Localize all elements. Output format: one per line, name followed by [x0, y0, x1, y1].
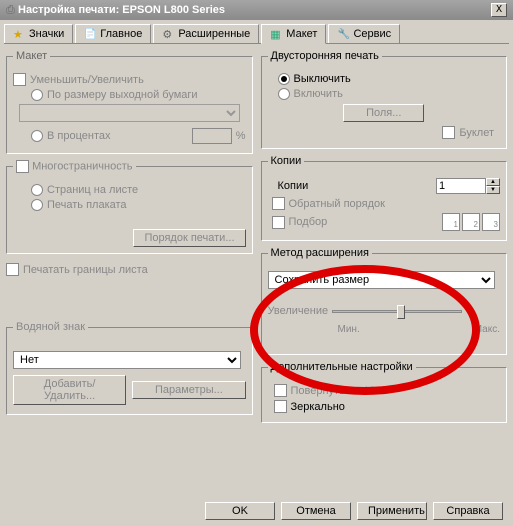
spin-down[interactable]: ▼ — [486, 186, 500, 194]
copies-count-row: Копии ▲▼ — [278, 178, 501, 194]
cancel-button[interactable]: Отмена — [281, 502, 351, 520]
watermark-select[interactable]: Нет — [13, 351, 241, 369]
fit-output-radio[interactable] — [31, 89, 43, 101]
expand-method-select[interactable]: Сохранить размер — [268, 271, 496, 289]
multipage-group: Многостраничность Страниц на листе Печат… — [6, 160, 253, 254]
tab-icons[interactable]: Значки — [4, 24, 73, 43]
percent-input[interactable] — [192, 128, 232, 144]
wrench-icon — [337, 28, 349, 40]
spin-up[interactable]: ▲ — [486, 178, 500, 186]
reverse-checkbox[interactable] — [272, 197, 285, 210]
zoom-labels: Мин. Макс. — [338, 324, 501, 335]
dialog-buttons: OK Отмена Применить Справка — [205, 502, 503, 520]
watermark-buttons: Добавить/Удалить... Параметры... — [13, 375, 246, 405]
watermark-add-button[interactable]: Добавить/Удалить... — [13, 375, 126, 405]
margins-row: Поля... — [268, 104, 501, 122]
left-column: Макет Уменьшить/Увеличить По размеру вых… — [6, 50, 253, 423]
copies-legend: Копии — [268, 155, 305, 167]
additional-group: Дополнительные настройки Повернуть на 18… — [261, 361, 508, 423]
zoom-row: Увеличение — [268, 301, 501, 321]
percent-radio[interactable] — [31, 130, 43, 142]
poster-row: Печать плаката — [31, 199, 246, 211]
slider-thumb[interactable] — [397, 305, 405, 319]
print-borders-row: Печатать границы листа — [6, 263, 253, 276]
gear-icon — [162, 28, 174, 40]
right-column: Двусторонняя печать Выключить Включить П… — [261, 50, 508, 423]
duplex-off-radio[interactable] — [278, 73, 290, 85]
expand-legend: Метод расширения — [268, 247, 372, 259]
additional-legend: Дополнительные настройки — [268, 361, 416, 373]
output-size-select[interactable] — [19, 104, 240, 122]
multipage-legend: Многостраничность — [13, 160, 136, 173]
collate-checkbox[interactable] — [272, 216, 285, 229]
print-order-button[interactable]: Порядок печати... — [133, 229, 245, 247]
zoom-slider[interactable] — [332, 301, 462, 321]
duplex-on-row: Включить — [278, 88, 501, 100]
content-area: Макет Уменьшить/Увеличить По размеру вых… — [0, 44, 513, 429]
mirror-row: Зеркально — [274, 400, 501, 413]
booklet-checkbox[interactable] — [442, 126, 455, 139]
rotate-row: Повернуть на 180° — [274, 384, 501, 397]
margins-button[interactable]: Поля... — [343, 104, 424, 122]
multipage-checkbox[interactable] — [16, 160, 29, 173]
watermark-legend: Водяной знак — [13, 321, 88, 333]
tab-service[interactable]: Сервис — [328, 24, 400, 43]
mirror-checkbox[interactable] — [274, 400, 287, 413]
star-icon — [13, 28, 25, 40]
pages-per-sheet-radio[interactable] — [31, 184, 43, 196]
window-title: Настройка печати: EPSON L800 Series — [18, 4, 491, 16]
layout-legend: Макет — [13, 50, 50, 62]
pages-per-sheet-row: Страниц на листе — [31, 184, 246, 196]
tab-bar: Значки Главное Расширенные Макет Сервис — [4, 24, 509, 44]
print-icon — [6, 4, 18, 16]
ok-button[interactable]: OK — [205, 502, 275, 520]
close-button[interactable]: X — [491, 3, 507, 17]
watermark-group: Водяной знак Нет Добавить/Удалить... Пар… — [6, 321, 253, 415]
copies-input[interactable] — [436, 178, 486, 194]
rotate-checkbox[interactable] — [274, 384, 287, 397]
reduce-enlarge-row: Уменьшить/Увеличить — [13, 73, 246, 86]
watermark-params-button[interactable]: Параметры... — [132, 381, 245, 399]
page-icon-1: 1 — [442, 213, 460, 231]
copies-spinner[interactable]: ▲▼ — [436, 178, 500, 194]
reverse-row: Обратный порядок — [272, 197, 501, 210]
percent-row: В процентах % — [31, 128, 246, 144]
expand-group: Метод расширения Сохранить размер Увелич… — [261, 247, 508, 355]
duplex-off-row: Выключить — [278, 73, 501, 85]
booklet-row: Буклет — [268, 126, 495, 139]
duplex-group: Двусторонняя печать Выключить Включить П… — [261, 50, 508, 149]
collate-icons: 1 2 3 — [442, 213, 500, 231]
duplex-legend: Двусторонняя печать — [268, 50, 382, 62]
collate-row: Подбор 1 2 3 — [272, 213, 501, 231]
fit-output-row: По размеру выходной бумаги — [31, 89, 246, 101]
tab-layout[interactable]: Макет — [261, 24, 326, 44]
tab-main[interactable]: Главное — [75, 24, 151, 43]
layout-group: Макет Уменьшить/Увеличить По размеру вых… — [6, 50, 253, 154]
poster-radio[interactable] — [31, 199, 43, 211]
titlebar: Настройка печати: EPSON L800 Series X — [0, 0, 513, 20]
tab-advanced[interactable]: Расширенные — [153, 24, 259, 43]
page-icon-3: 3 — [482, 213, 500, 231]
reduce-enlarge-checkbox[interactable] — [13, 73, 26, 86]
help-button[interactable]: Справка — [433, 502, 503, 520]
apply-button[interactable]: Применить — [357, 502, 427, 520]
print-borders-checkbox[interactable] — [6, 263, 19, 276]
duplex-on-radio[interactable] — [278, 88, 290, 100]
print-order-row: Порядок печати... — [13, 229, 246, 247]
copies-group: Копии Копии ▲▼ Обратный порядок Подбор 1 — [261, 155, 508, 241]
page-icon-2: 2 — [462, 213, 480, 231]
layout-icon — [270, 28, 282, 40]
doc-icon — [84, 28, 96, 40]
